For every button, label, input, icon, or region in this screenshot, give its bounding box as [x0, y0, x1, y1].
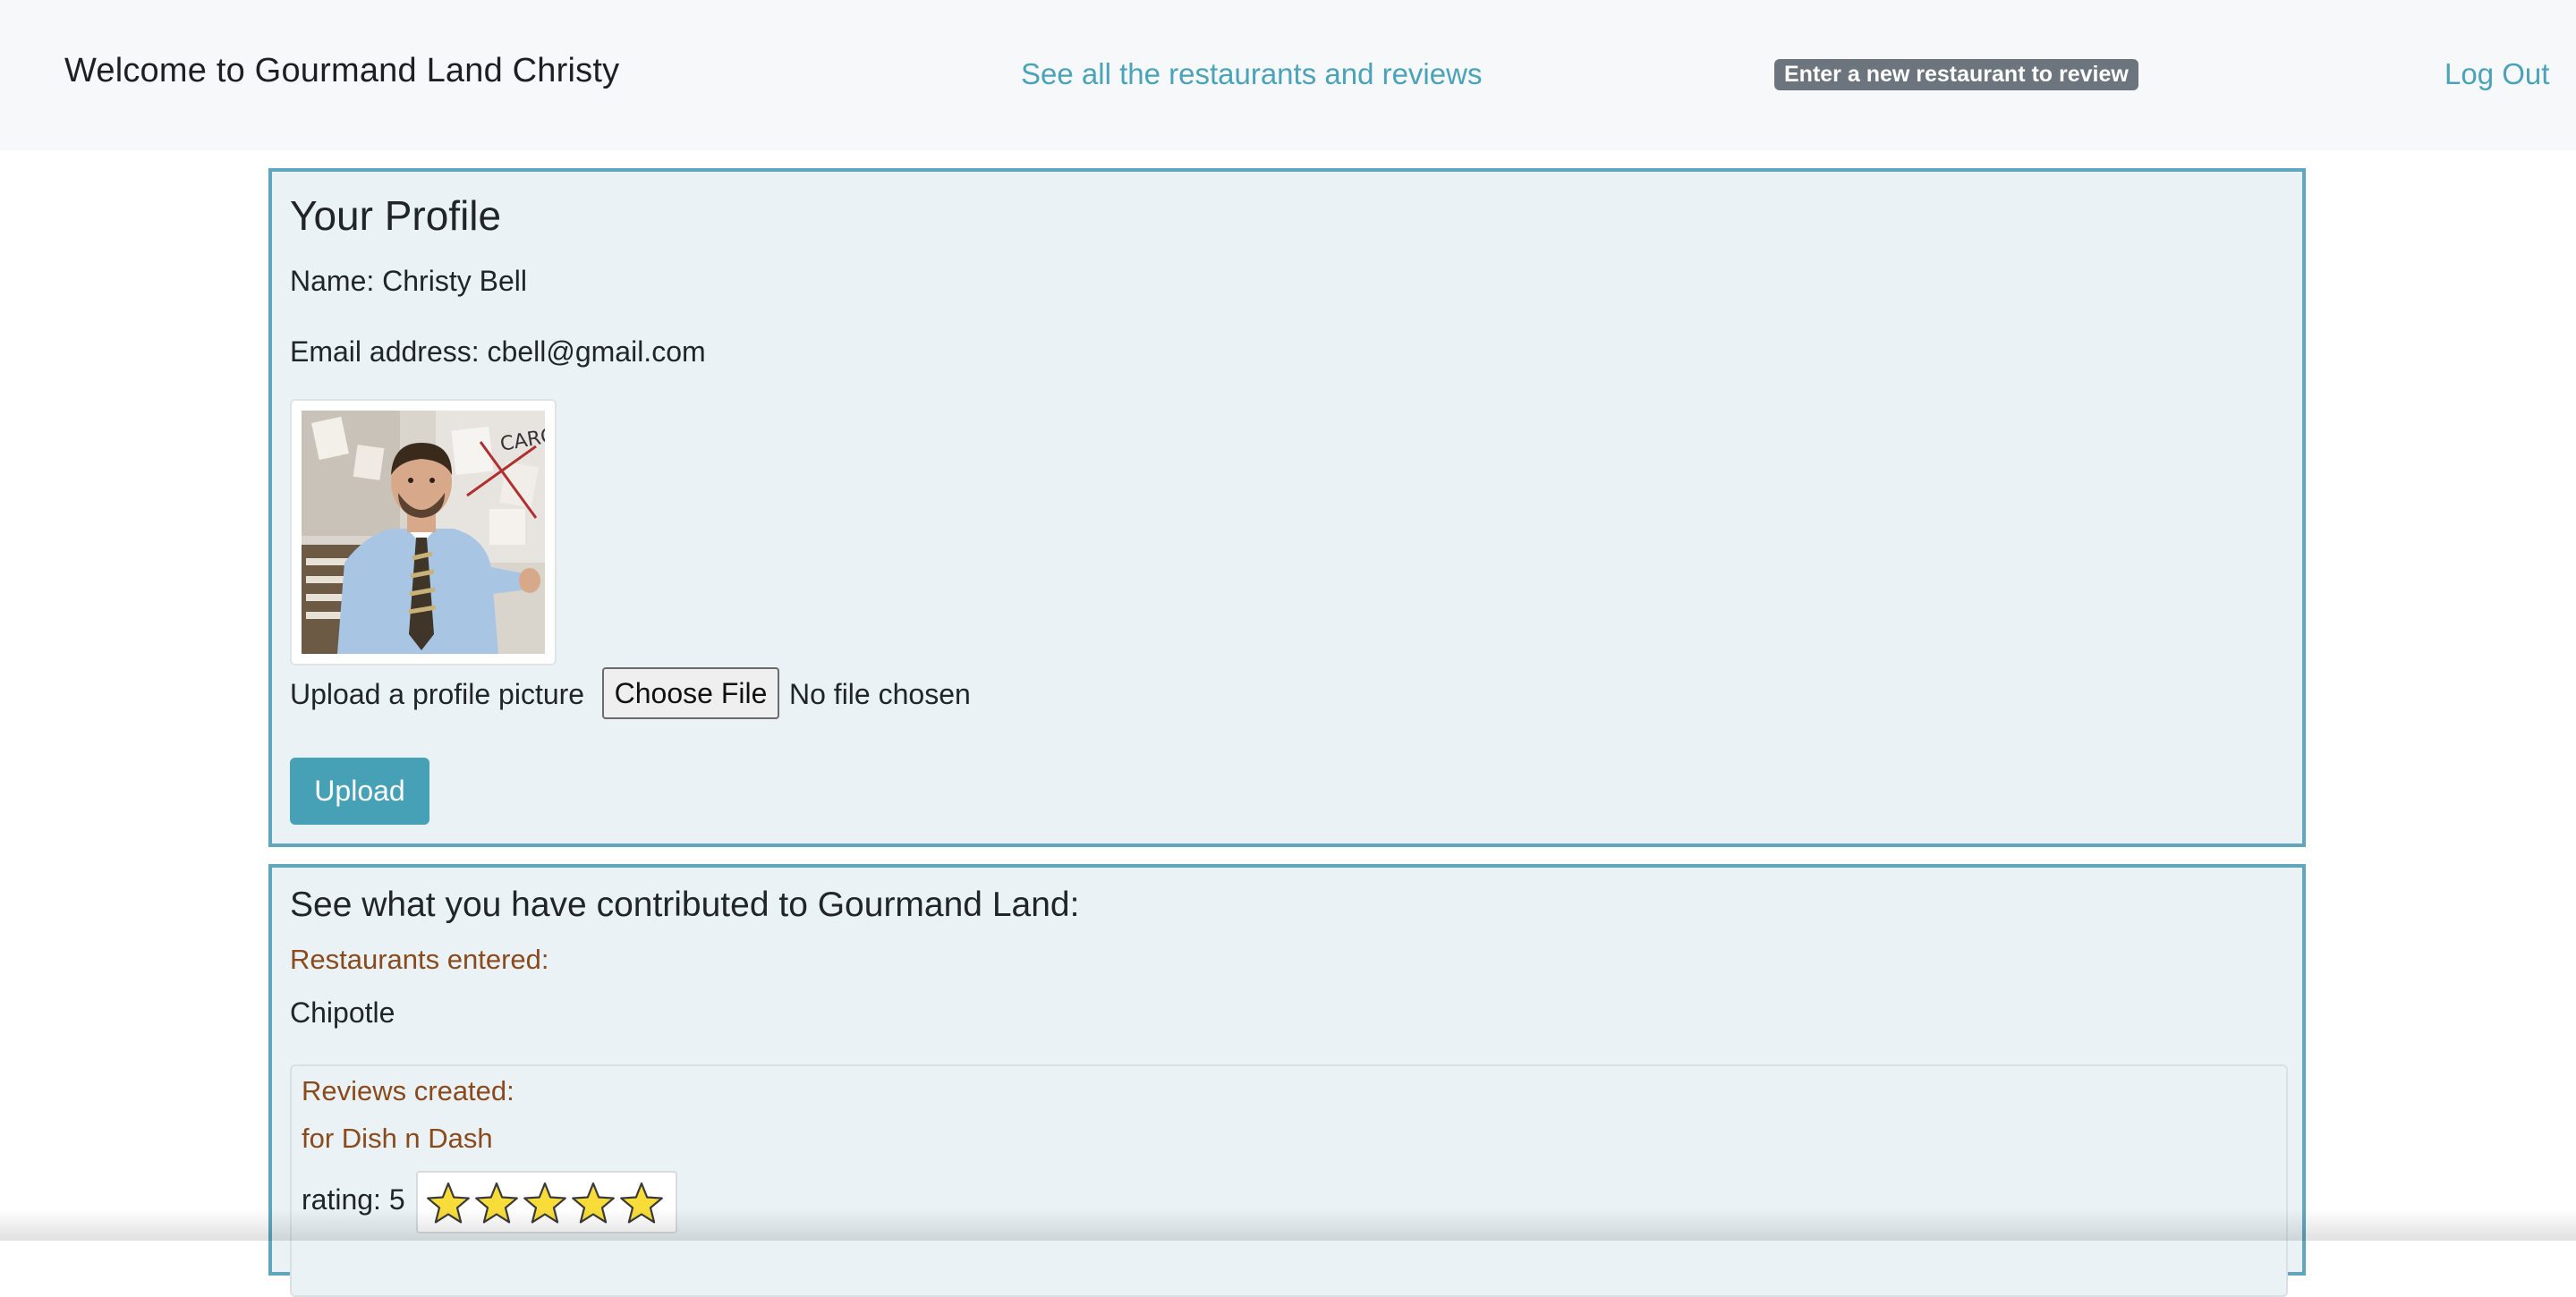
upload-button[interactable]: Upload: [290, 758, 429, 825]
star-icon: [620, 1182, 663, 1224]
star-icon: [523, 1182, 566, 1224]
star-icon: [427, 1182, 470, 1224]
avatar-frame: CARO: [290, 399, 557, 665]
profile-card: Your Profile Name: Christy Bell Email ad…: [268, 168, 2306, 847]
top-navbar: Welcome to Gourmand Land Christy See all…: [0, 0, 2576, 150]
rating-label: rating: 5: [302, 1183, 405, 1216]
contributions-card: See what you have contributed to Gourman…: [268, 864, 2306, 1297]
restaurant-item: Chipotle: [290, 996, 395, 1029]
profile-name: Name: Christy Bell: [290, 265, 527, 297]
reviews-box: Reviews created: for Dish n Dash rating:…: [290, 1064, 2288, 1297]
avatar-image: CARO: [302, 411, 545, 654]
star-rating: [416, 1171, 677, 1233]
contributions-heading: See what you have contributed to Gourman…: [290, 886, 1080, 924]
reviews-created-heading: Reviews created:: [302, 1075, 514, 1106]
upload-label: Upload a profile picture: [290, 678, 585, 710]
brand-title: Welcome to Gourmand Land Christy: [64, 52, 620, 89]
all-restaurants-link[interactable]: See all the restaurants and reviews: [1021, 57, 1482, 91]
no-file-chosen-text: No file chosen: [789, 678, 971, 710]
new-restaurant-badge-link[interactable]: Enter a new restaurant to review: [1774, 59, 2138, 90]
review-restaurant-name: for Dish n Dash: [302, 1123, 493, 1154]
profile-heading: Your Profile: [290, 192, 502, 239]
star-icon: [572, 1182, 615, 1224]
logout-link[interactable]: Log Out: [2444, 57, 2549, 91]
restaurants-entered-heading: Restaurants entered:: [290, 944, 549, 975]
star-icon: [475, 1182, 518, 1224]
profile-email: Email address: cbell@gmail.com: [290, 335, 706, 368]
choose-file-button[interactable]: Choose File: [602, 667, 779, 719]
